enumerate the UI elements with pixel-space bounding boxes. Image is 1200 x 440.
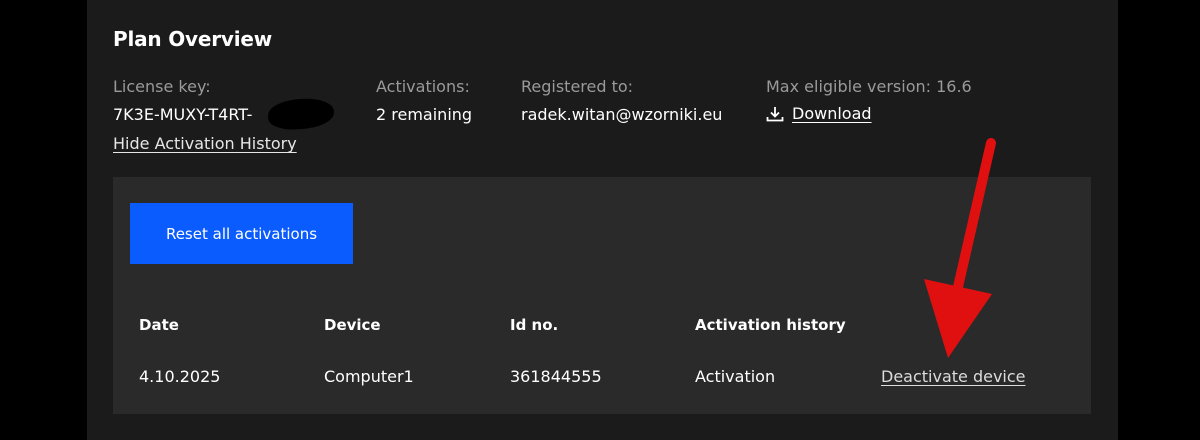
red-arrow-annotation <box>924 138 996 358</box>
